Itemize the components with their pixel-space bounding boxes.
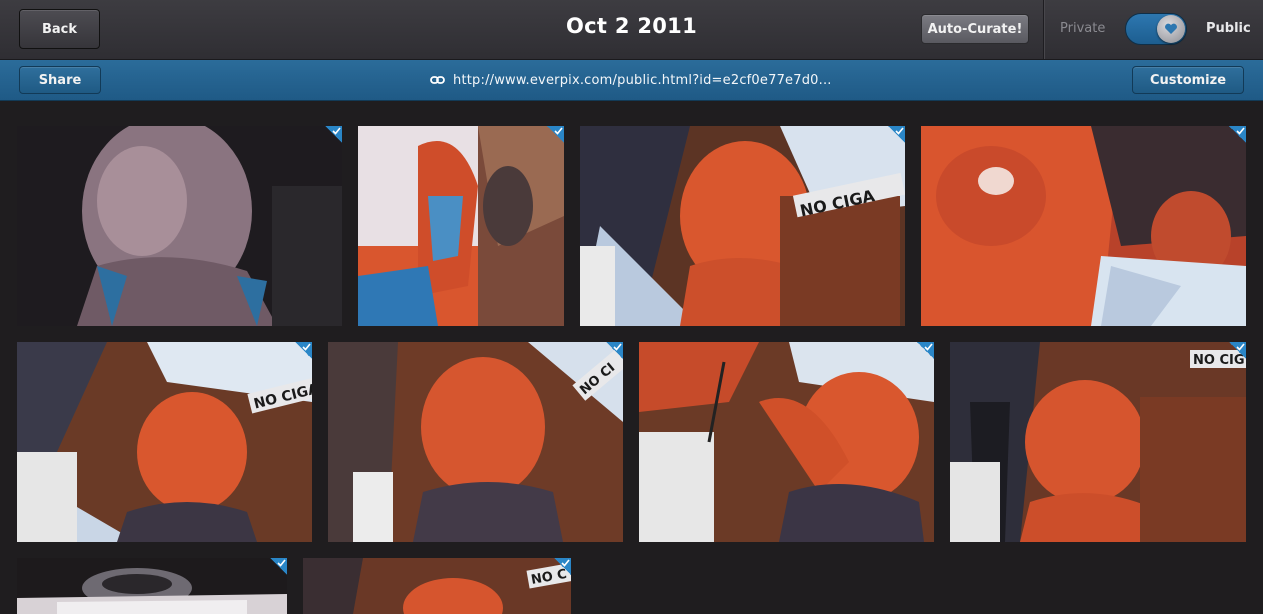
photo-image: NO CIGA bbox=[580, 126, 905, 326]
auto-curate-label: Auto-Curate! bbox=[927, 21, 1023, 37]
checkmark-icon bbox=[554, 127, 563, 135]
checkmark-icon bbox=[895, 127, 904, 135]
selected-checkmark[interactable] bbox=[547, 126, 564, 143]
customize-button[interactable]: Customize bbox=[1132, 66, 1244, 94]
privacy-toggle[interactable] bbox=[1125, 13, 1187, 45]
selected-checkmark[interactable] bbox=[295, 342, 312, 359]
photo-thumbnail[interactable] bbox=[921, 126, 1246, 326]
customize-button-label: Customize bbox=[1149, 72, 1227, 88]
photo-thumbnail[interactable]: NO CIG bbox=[950, 342, 1246, 542]
checkmark-icon bbox=[924, 343, 933, 351]
selected-checkmark[interactable] bbox=[606, 342, 623, 359]
photo-image bbox=[921, 126, 1246, 326]
selected-checkmark[interactable] bbox=[888, 126, 905, 143]
selected-checkmark[interactable] bbox=[1229, 342, 1246, 359]
toggle-knob[interactable] bbox=[1157, 15, 1185, 43]
share-link[interactable]: http://www.everpix.com/public.html?id=e2… bbox=[430, 70, 832, 90]
public-label: Public bbox=[1206, 21, 1251, 36]
photo-thumbnail[interactable]: NO C bbox=[303, 558, 571, 614]
checkmark-icon bbox=[277, 559, 286, 567]
share-button-label: Share bbox=[38, 72, 82, 88]
photo-thumbnail[interactable]: NO CIGA bbox=[580, 126, 905, 326]
checkmark-icon bbox=[332, 127, 341, 135]
photo-image: NO CIGA bbox=[17, 342, 312, 542]
selected-checkmark[interactable] bbox=[325, 126, 342, 143]
checkmark-icon bbox=[561, 559, 570, 567]
checkmark-icon bbox=[1236, 127, 1245, 135]
checkmark-icon bbox=[1236, 343, 1245, 351]
share-button[interactable]: Share bbox=[19, 66, 101, 94]
checkmark-icon bbox=[302, 343, 311, 351]
selected-checkmark[interactable] bbox=[1229, 126, 1246, 143]
share-url: http://www.everpix.com/public.html?id=e2… bbox=[453, 72, 832, 88]
photo-thumbnail[interactable] bbox=[639, 342, 934, 542]
checkmark-icon bbox=[613, 343, 622, 351]
auto-curate-button[interactable]: Auto-Curate! bbox=[921, 14, 1029, 44]
photo-image bbox=[639, 342, 934, 542]
photo-image bbox=[17, 126, 342, 326]
photo-image bbox=[17, 558, 287, 614]
photo-image: NO CI bbox=[328, 342, 623, 542]
selected-checkmark[interactable] bbox=[270, 558, 287, 575]
link-icon bbox=[430, 76, 445, 84]
selected-checkmark[interactable] bbox=[917, 342, 934, 359]
header-divider bbox=[1043, 0, 1044, 59]
photo-image: NO C bbox=[303, 558, 571, 614]
photo-thumbnail[interactable] bbox=[17, 558, 287, 614]
photo-thumbnail[interactable]: NO CIGA bbox=[17, 342, 312, 542]
selected-checkmark[interactable] bbox=[554, 558, 571, 575]
photo-grid: NO CIGA NO CIGA NO CI NO CIG NO C bbox=[0, 100, 1263, 614]
photo-thumbnail[interactable]: NO CI bbox=[328, 342, 623, 542]
photo-thumbnail[interactable] bbox=[17, 126, 342, 326]
private-label: Private bbox=[1060, 21, 1106, 36]
photo-image bbox=[358, 126, 564, 326]
photo-thumbnail[interactable] bbox=[358, 126, 564, 326]
photo-image: NO CIG bbox=[950, 342, 1246, 542]
heart-icon bbox=[1165, 23, 1177, 34]
